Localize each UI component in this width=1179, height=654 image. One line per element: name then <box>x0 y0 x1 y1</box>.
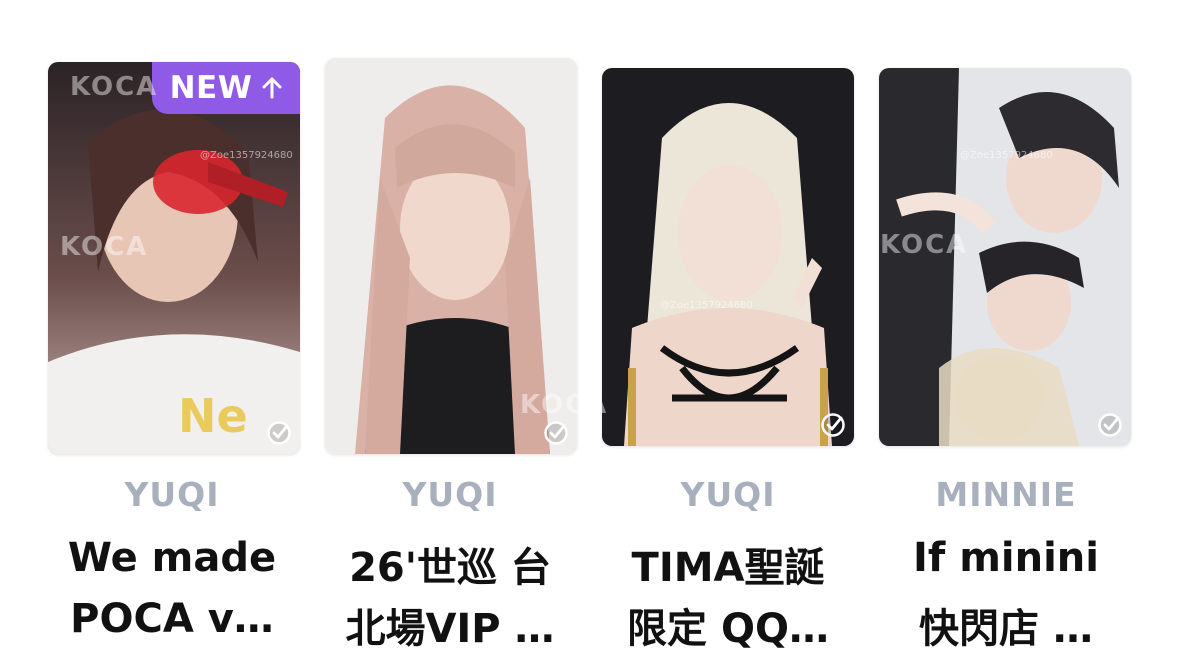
photocard-image[interactable] <box>602 68 854 446</box>
member-name: YUQI <box>402 475 498 514</box>
card-title-line-1: We made <box>67 535 277 581</box>
new-badge-label: NEW <box>169 70 253 106</box>
photocard-item[interactable]: MINNIE If minini 快閃店 … <box>876 0 1136 652</box>
photo-art: Ne <box>48 62 300 454</box>
member-name: YUQI <box>124 475 220 514</box>
photocard-item[interactable]: YUQI 26'世巡 台 北場VIP … <box>320 0 580 652</box>
photo-art <box>879 68 1131 446</box>
photo-art <box>602 68 854 446</box>
card-title-line-1: If minini <box>913 535 1099 581</box>
photocard-grid: Ne NEW YUQI We made POCA v… YUQI 26'世巡 台… <box>0 0 1179 652</box>
card-title-line-2: 快閃店 … <box>919 606 1093 652</box>
card-title-line-2: 北場VIP … <box>345 606 555 652</box>
arrow-up-icon <box>262 77 282 99</box>
card-title-line-2: POCA v… <box>70 596 274 642</box>
member-name: YUQI <box>680 475 776 514</box>
photocard-image[interactable]: Ne NEW <box>48 62 300 454</box>
card-title-line-1: TIMA聖誕 <box>631 545 825 591</box>
card-title-line-2: 限定 QQ… <box>627 606 829 652</box>
photocard-item[interactable]: YUQI TIMA聖誕 限定 QQ… <box>598 0 858 652</box>
member-name: MINNIE <box>935 475 1077 514</box>
photocard-image[interactable] <box>325 58 577 454</box>
check-circle-icon[interactable] <box>1097 412 1123 438</box>
check-circle-icon[interactable] <box>266 420 292 446</box>
new-badge: NEW <box>152 62 300 114</box>
check-circle-icon[interactable] <box>543 420 569 446</box>
photo-art <box>325 58 577 454</box>
photocard-image[interactable] <box>879 68 1131 446</box>
check-circle-icon[interactable] <box>820 412 846 438</box>
photocard-item[interactable]: Ne NEW YUQI We made POCA v… <box>42 0 302 650</box>
svg-text:Ne: Ne <box>178 389 248 443</box>
card-title-line-1: 26'世巡 台 <box>349 545 551 591</box>
